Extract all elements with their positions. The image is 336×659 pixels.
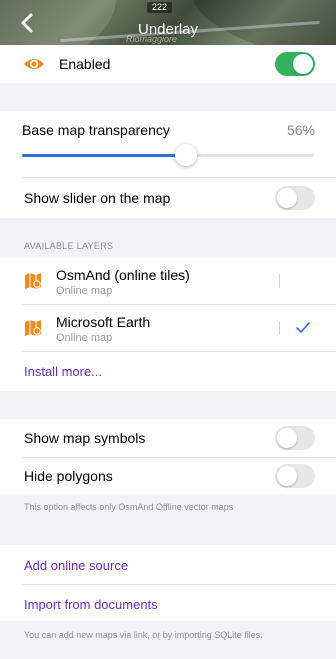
checkmark-icon (296, 322, 310, 333)
hide-polygons-row: Hide polygons (0, 458, 336, 494)
hide-polygons-toggle[interactable] (275, 464, 315, 488)
page-title: Underlay (137, 21, 199, 38)
toggle-knob (277, 428, 297, 448)
polygons-note: This option affects only OsmAnd Offline … (24, 502, 234, 512)
layers-section-title: AVAILABLE LAYERS (24, 241, 114, 251)
map-route-badge: 222 (147, 2, 173, 13)
import-documents-row: Import from documents (0, 585, 336, 621)
nav-header: 222 Riomaggiore Underlay (0, 0, 336, 45)
section-footer: You can add new maps via link, or by imp… (0, 621, 336, 659)
toggle-knob (293, 54, 313, 74)
add-online-source-row: Add online source (0, 545, 336, 584)
eye-icon (24, 59, 44, 69)
enabled-label: Enabled (59, 56, 111, 72)
enabled-row: Enabled (0, 45, 336, 83)
section-footer: This option affects only OsmAnd Offline … (0, 494, 336, 545)
transparency-value: 56% (286, 122, 315, 138)
map-layer-icon (25, 273, 41, 289)
show-slider-row: Show slider on the map (0, 178, 336, 218)
transparency-slider[interactable] (22, 144, 314, 166)
toggle-knob (277, 466, 297, 486)
layer-divider (279, 321, 280, 335)
transparency-label: Base map transparency (22, 122, 170, 138)
slider-fill (22, 154, 186, 157)
map-symbols-toggle[interactable] (275, 426, 315, 450)
layers-section-header: AVAILABLE LAYERS (0, 218, 336, 258)
hide-polygons-label: Hide polygons (24, 468, 113, 484)
layer-name: OsmAnd (online tiles) (56, 267, 190, 283)
layer-item[interactable]: Microsoft Earth Online map (0, 305, 336, 351)
section-spacer (0, 391, 336, 419)
import-documents-link[interactable]: Import from documents (24, 597, 158, 612)
map-symbols-row: Show map symbols (0, 419, 336, 457)
install-more-link[interactable]: Install more... (24, 364, 102, 379)
install-more-row: Install more... (0, 352, 336, 391)
toggle-knob (277, 188, 297, 208)
transparency-row: Base map transparency 56% (0, 111, 336, 177)
layer-name: Microsoft Earth (56, 314, 151, 330)
enabled-toggle[interactable] (275, 52, 315, 76)
slider-thumb[interactable] (175, 144, 197, 166)
map-layer-icon (25, 320, 41, 336)
show-slider-label: Show slider on the map (24, 190, 171, 206)
map-symbols-label: Show map symbols (24, 430, 146, 446)
layer-item[interactable]: OsmAnd (online tiles) Online map (0, 258, 336, 304)
show-slider-toggle[interactable] (275, 186, 315, 210)
footer-note: You can add new maps via link, or by imp… (24, 630, 263, 640)
layer-divider (279, 274, 280, 288)
layer-type: Online map (56, 332, 113, 344)
section-spacer (0, 83, 336, 111)
layer-type: Online map (56, 285, 113, 297)
add-online-source-link[interactable]: Add online source (24, 558, 128, 573)
